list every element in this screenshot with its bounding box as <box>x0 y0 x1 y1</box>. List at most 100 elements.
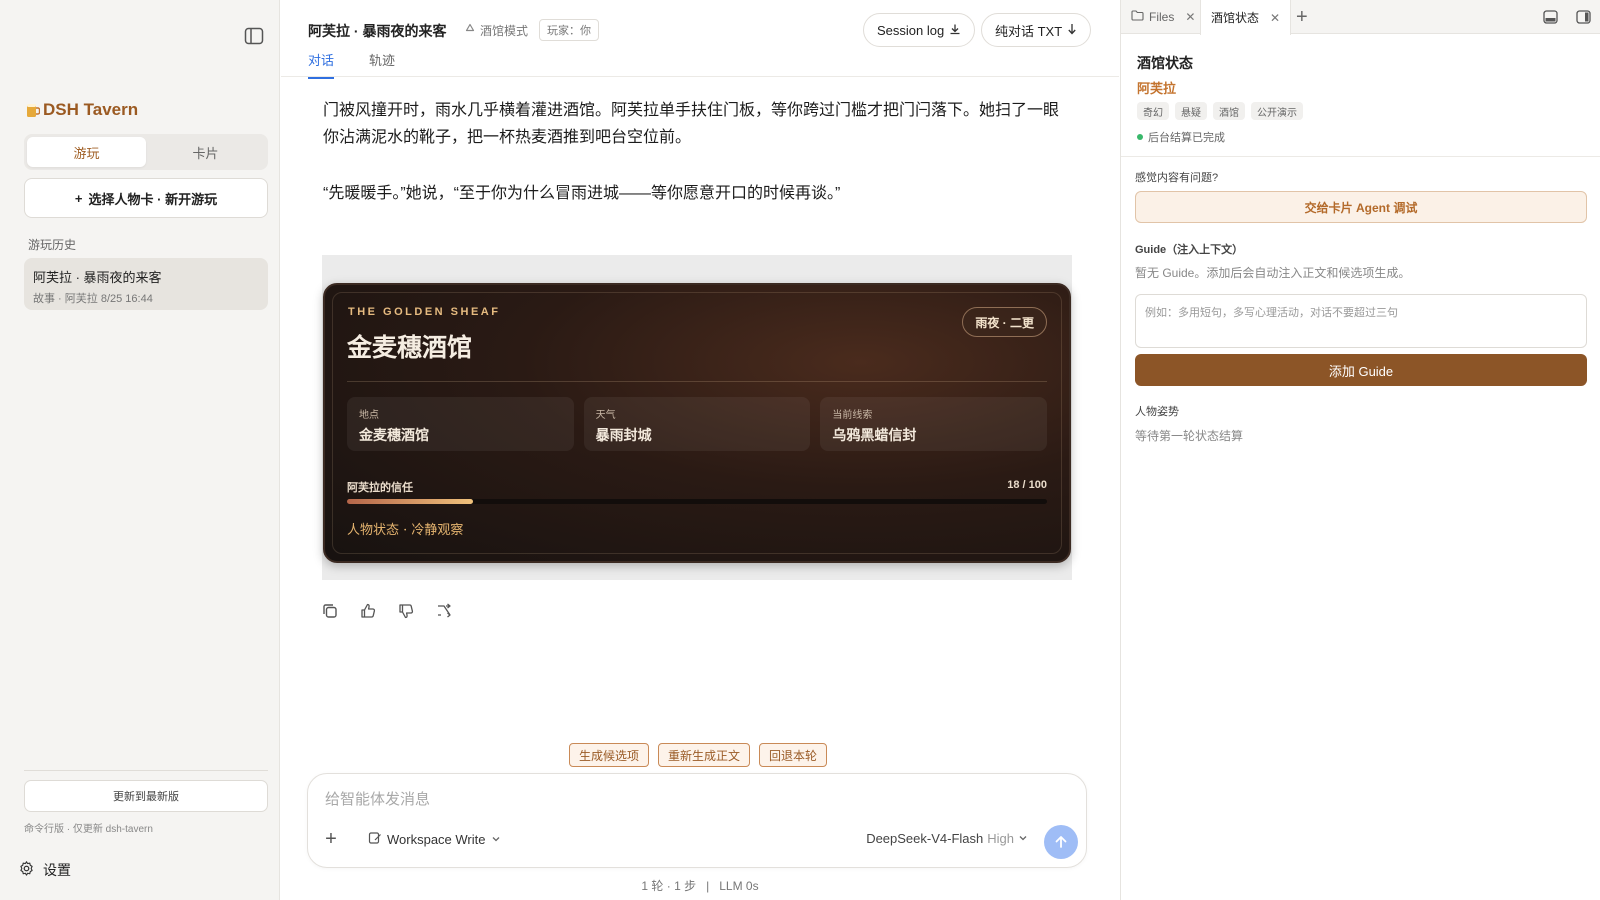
panel-bottom-icon[interactable] <box>1543 10 1558 24</box>
trust-value: 18 / 100 <box>1007 479 1047 491</box>
agent-debug-button[interactable]: 交给卡片 Agent 调试 <box>1135 191 1587 223</box>
message-composer: + Workspace Write DeepSeek-V4-Flash High <box>307 773 1087 868</box>
status-card-frame: THE GOLDEN SHEAF 金麦穗酒馆 雨夜 · 二更 地点 金麦穗酒馆 … <box>322 255 1072 580</box>
message-input[interactable] <box>325 791 1025 808</box>
info-key: 地点 <box>359 410 379 421</box>
tavern-status-card: THE GOLDEN SHEAF 金麦穗酒馆 雨夜 · 二更 地点 金麦穗酒馆 … <box>323 283 1071 563</box>
update-button[interactable]: 更新到最新版 <box>24 780 268 812</box>
history-item[interactable]: 阿芙拉 · 暴雨夜的来客 故事 · 阿芙拉 8/25 16:44 <box>24 258 268 310</box>
tag: 奇幻 <box>1137 102 1169 120</box>
settlement-text: 后台结算已完成 <box>1148 132 1225 144</box>
story-paragraph: 门被风撞开时，雨水几乎横着灌进酒馆。阿芙拉单手扶住门板，等你跨过门槛才把门闩落下… <box>323 102 1060 146</box>
new-game-button[interactable]: + 选择人物卡 · 新开游玩 <box>24 178 268 218</box>
model-selector[interactable]: DeepSeek-V4-Flash High <box>866 831 1028 846</box>
main-panel: 阿芙拉 · 暴雨夜的来客 酒馆模式 玩家：你 Session log 纯对话 T… <box>281 0 1119 900</box>
beer-mug-icon <box>26 102 41 118</box>
branch-icon[interactable] <box>435 602 455 622</box>
rollback-button[interactable]: 回退本轮 <box>759 743 828 767</box>
guide-description: 暂无 Guide。添加后会自动注入正文和候选项生成。 <box>1135 266 1411 280</box>
tag: 悬疑 <box>1175 102 1207 120</box>
attach-plus-icon[interactable]: + <box>320 828 342 850</box>
workspace-label: Workspace Write <box>387 832 486 847</box>
tab-dialogue[interactable]: 对话 <box>308 50 335 79</box>
gear-icon <box>18 860 35 880</box>
settlement-status: 后台结算已完成 <box>1137 129 1225 145</box>
workspace-icon <box>368 831 382 848</box>
tag: 酒馆 <box>1213 102 1245 120</box>
divider <box>281 76 1119 77</box>
tab-files-label: Files <box>1149 10 1175 24</box>
tab-tavern-status[interactable]: 酒馆状态 ✕ <box>1200 0 1292 35</box>
history-heading: 游玩历史 <box>28 238 77 252</box>
generate-options-button[interactable]: 生成候选项 <box>569 743 650 767</box>
tab-trace[interactable]: 轨迹 <box>369 50 395 79</box>
send-button[interactable] <box>1044 825 1078 859</box>
session-log-label: Session log <box>877 22 945 38</box>
pose-description: 等待第一轮状态结算 <box>1135 429 1244 443</box>
session-log-button[interactable]: Session log <box>863 13 976 47</box>
thumbs-up-icon[interactable] <box>359 602 379 622</box>
chevron-down-icon <box>1018 831 1028 846</box>
story-paragraph: “先暖暖手。”她说，“至于你为什么冒雨进城——等你愿意开口的时候再谈。” <box>323 185 841 202</box>
sidebar-toggle-icon[interactable] <box>244 27 264 45</box>
pose-label: 人物姿势 <box>1135 406 1179 418</box>
info-cell-location: 地点 金麦穗酒馆 <box>347 397 574 451</box>
mode-text: 酒馆模式 <box>480 24 529 38</box>
feedback-question: 感觉内容有问题? <box>1135 172 1219 184</box>
guide-label: Guide（注入上下文） <box>1135 244 1244 256</box>
panel-title: 酒馆状态 <box>1137 55 1193 71</box>
trust-progress-fill <box>347 499 473 504</box>
tab-files[interactable]: Files ✕ <box>1121 0 1205 34</box>
quick-actions: 生成候选项 重新生成正文 回退本轮 <box>569 743 828 767</box>
guide-textarea[interactable] <box>1135 294 1587 348</box>
sidebar: DSH Tavern 游玩 卡片 + 选择人物卡 · 新开游玩 游玩历史 阿芙拉… <box>0 0 280 900</box>
right-panel: Files ✕ 酒馆状态 ✕ + 酒馆状态 阿芙拉 奇幻 悬疑 酒馆 公开演示 … <box>1120 0 1600 900</box>
copy-icon[interactable] <box>321 602 341 622</box>
mode-label: 酒馆模式 <box>464 22 528 39</box>
export-txt-button[interactable]: 纯对话 TXT <box>981 13 1092 47</box>
add-tab-icon[interactable]: + <box>1296 6 1308 29</box>
tag-list: 奇幻 悬疑 酒馆 公开演示 <box>1137 102 1303 120</box>
player-badge: 玩家：你 <box>539 19 599 41</box>
plus-icon: + <box>74 190 83 206</box>
close-icon[interactable]: ✕ <box>1270 11 1280 25</box>
add-guide-button[interactable]: 添加 Guide <box>1135 354 1587 386</box>
info-cell-weather: 天气 暴雨封城 <box>583 397 811 451</box>
export-txt-label: 纯对话 TXT <box>995 23 1063 39</box>
close-icon[interactable]: ✕ <box>1185 10 1195 24</box>
settings-label: 设置 <box>43 862 71 878</box>
settings-button[interactable]: 设置 <box>18 860 71 880</box>
arrow-down-icon <box>1067 23 1077 38</box>
new-game-label: 选择人物卡 · 新开游玩 <box>88 191 218 207</box>
info-key: 当前线索 <box>832 410 873 421</box>
card-title: 金麦穗酒馆 <box>347 333 473 362</box>
regenerate-button[interactable]: 重新生成正文 <box>658 743 751 767</box>
trust-label: 阿芙拉的信任 <box>347 482 413 494</box>
card-info-row: 地点 金麦穗酒馆 天气 暴雨封城 当前线索 乌鸦黑蜡信封 <box>347 397 1048 451</box>
recycle-icon <box>464 23 476 38</box>
update-note: 命令行版 · 仅更新 dsh-tavern <box>24 824 153 835</box>
status-dot-icon <box>1137 134 1143 140</box>
info-value: 暴雨封城 <box>595 428 652 444</box>
card-kicker: THE GOLDEN SHEAF <box>348 306 501 318</box>
chevron-down-icon <box>491 832 501 847</box>
info-cell-clue: 当前线索 乌鸦黑蜡信封 <box>820 397 1048 451</box>
tab-cards[interactable]: 卡片 <box>146 137 265 167</box>
trust-progress-bar <box>347 499 1047 504</box>
message-actions <box>321 602 455 622</box>
tag: 公开演示 <box>1251 102 1303 120</box>
brand-name: DSH Tavern <box>43 100 139 119</box>
divider <box>24 770 268 771</box>
workspace-selector[interactable]: Workspace Write <box>368 831 501 848</box>
info-value: 金麦穗酒馆 <box>359 428 429 444</box>
model-name: DeepSeek-V4-Flash <box>866 831 984 846</box>
tab-play[interactable]: 游玩 <box>27 137 146 167</box>
tab-status-label: 酒馆状态 <box>1211 11 1260 25</box>
effort-level: High <box>987 831 1014 846</box>
character-name: 阿芙拉 <box>1137 81 1177 96</box>
info-key: 天气 <box>595 410 616 421</box>
thumbs-down-icon[interactable] <box>397 602 417 622</box>
download-icon <box>949 23 961 38</box>
info-value: 乌鸦黑蜡信封 <box>832 428 917 444</box>
panel-right-icon[interactable] <box>1576 10 1591 24</box>
